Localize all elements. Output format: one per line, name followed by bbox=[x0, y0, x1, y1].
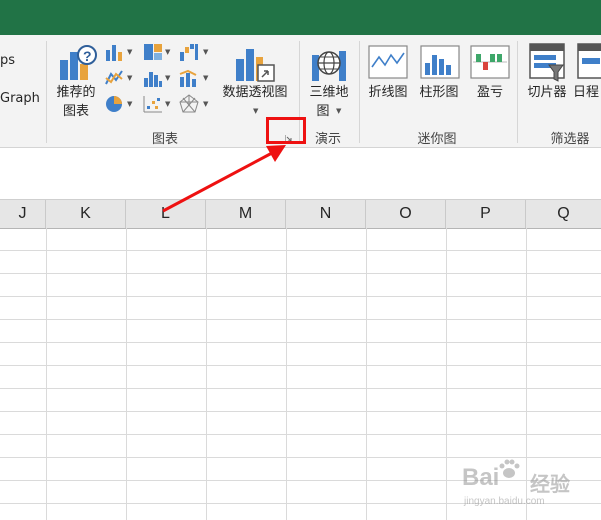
sparkline-line-icon bbox=[368, 45, 408, 79]
title-bar bbox=[0, 0, 601, 35]
watermark: Bai 经验 jingyan.baidu.com bbox=[452, 456, 597, 516]
pivot-chart-label: 数据透视图 bbox=[222, 85, 288, 100]
ribbon-left-partial-bottom[interactable]: Graph bbox=[0, 91, 40, 106]
sparkline-line-label: 折线图 bbox=[368, 85, 408, 100]
chevron-down-icon[interactable]: ▼ bbox=[165, 74, 170, 82]
grid-line bbox=[126, 228, 127, 520]
chevron-down-icon[interactable]: ▼ bbox=[253, 107, 258, 115]
3d-map-label-1: 三维地 bbox=[309, 85, 349, 100]
column-header[interactable]: K bbox=[46, 200, 126, 228]
statistic-chart-icon[interactable] bbox=[142, 68, 164, 88]
grid-line bbox=[0, 411, 601, 412]
grid-line bbox=[0, 342, 601, 343]
chevron-down-icon[interactable]: ▼ bbox=[203, 100, 208, 108]
chevron-down-icon[interactable]: ▼ bbox=[203, 74, 208, 82]
grid-line bbox=[366, 228, 367, 520]
column-header[interactable]: M bbox=[206, 200, 286, 228]
grid-line bbox=[0, 250, 601, 251]
3d-map-icon bbox=[312, 51, 346, 81]
watermark-brand: Bai bbox=[462, 464, 500, 491]
column-header[interactable]: P bbox=[446, 200, 526, 228]
column-header[interactable]: O bbox=[366, 200, 446, 228]
timeline-icon bbox=[577, 43, 601, 79]
chevron-down-icon[interactable]: ▼ bbox=[165, 48, 170, 56]
group-separator bbox=[359, 41, 360, 143]
recommended-charts-label-1: 推荐的 bbox=[56, 85, 96, 100]
group-separator bbox=[517, 41, 518, 143]
column-header[interactable]: L bbox=[126, 200, 206, 228]
grid-line bbox=[46, 228, 47, 520]
pie-chart-icon[interactable] bbox=[104, 94, 126, 114]
grid-line bbox=[0, 273, 601, 274]
grid-line bbox=[0, 296, 601, 297]
chevron-down-icon[interactable]: ▼ bbox=[127, 100, 132, 108]
grid-line bbox=[0, 365, 601, 366]
recommended-charts-label-2: 图表 bbox=[62, 104, 89, 119]
chevron-down-icon[interactable]: ▼ bbox=[127, 74, 132, 82]
group-separator bbox=[46, 41, 47, 143]
paw-logo-icon bbox=[499, 459, 520, 478]
column-header[interactable]: Q bbox=[526, 200, 601, 228]
group-label-tours: 演示 bbox=[314, 132, 341, 147]
column-header[interactable]: N bbox=[286, 200, 366, 228]
pivot-chart-icon bbox=[236, 49, 275, 82]
watermark-sub: 经验 bbox=[530, 474, 570, 496]
slicer-icon bbox=[529, 43, 565, 82]
waterfall-chart-icon[interactable] bbox=[178, 42, 200, 62]
slicer-label: 切片器 bbox=[527, 85, 567, 100]
group-label-filters: 筛选器 bbox=[550, 132, 590, 147]
group-label-charts: 图表 bbox=[151, 132, 178, 147]
line-chart-icon[interactable] bbox=[104, 68, 126, 88]
scatter-chart-icon[interactable] bbox=[142, 94, 164, 114]
formula-bar-area[interactable] bbox=[0, 148, 601, 191]
grid-line bbox=[0, 319, 601, 320]
svg-text:?: ? bbox=[83, 48, 92, 64]
chevron-down-icon[interactable]: ▼ bbox=[336, 107, 341, 115]
sparkline-winloss-icon bbox=[470, 45, 510, 79]
column-header-row: J K L M N O P Q bbox=[0, 199, 601, 229]
grid-line bbox=[0, 388, 601, 389]
grid-line bbox=[206, 228, 207, 520]
combo-chart-icon[interactable] bbox=[178, 68, 200, 88]
sparkline-column-icon bbox=[420, 45, 460, 79]
radar-chart-icon[interactable] bbox=[178, 94, 200, 114]
recommended-charts-icon: ? bbox=[60, 45, 97, 80]
grid-line bbox=[0, 434, 601, 435]
column-header[interactable]: J bbox=[0, 200, 46, 228]
chevron-down-icon[interactable]: ▼ bbox=[165, 100, 170, 108]
chevron-down-icon[interactable]: ▼ bbox=[127, 48, 132, 56]
grid-line bbox=[446, 228, 447, 520]
sparkline-column-label: 柱形图 bbox=[419, 85, 459, 100]
grid-line bbox=[286, 228, 287, 520]
column-chart-icon[interactable] bbox=[104, 42, 126, 62]
annotation-highlight-box bbox=[266, 117, 306, 144]
hierarchy-chart-icon[interactable] bbox=[142, 42, 164, 62]
ribbon-left-partial-top[interactable]: ps bbox=[0, 53, 15, 68]
3d-map-label-2: 图 bbox=[316, 104, 330, 119]
chevron-down-icon[interactable]: ▼ bbox=[203, 48, 208, 56]
watermark-url: jingyan.baidu.com bbox=[464, 496, 545, 507]
timeline-label: 日程 bbox=[573, 85, 600, 100]
sparkline-winloss-label: 盈亏 bbox=[476, 85, 503, 100]
group-label-sparklines: 迷你图 bbox=[417, 132, 457, 147]
